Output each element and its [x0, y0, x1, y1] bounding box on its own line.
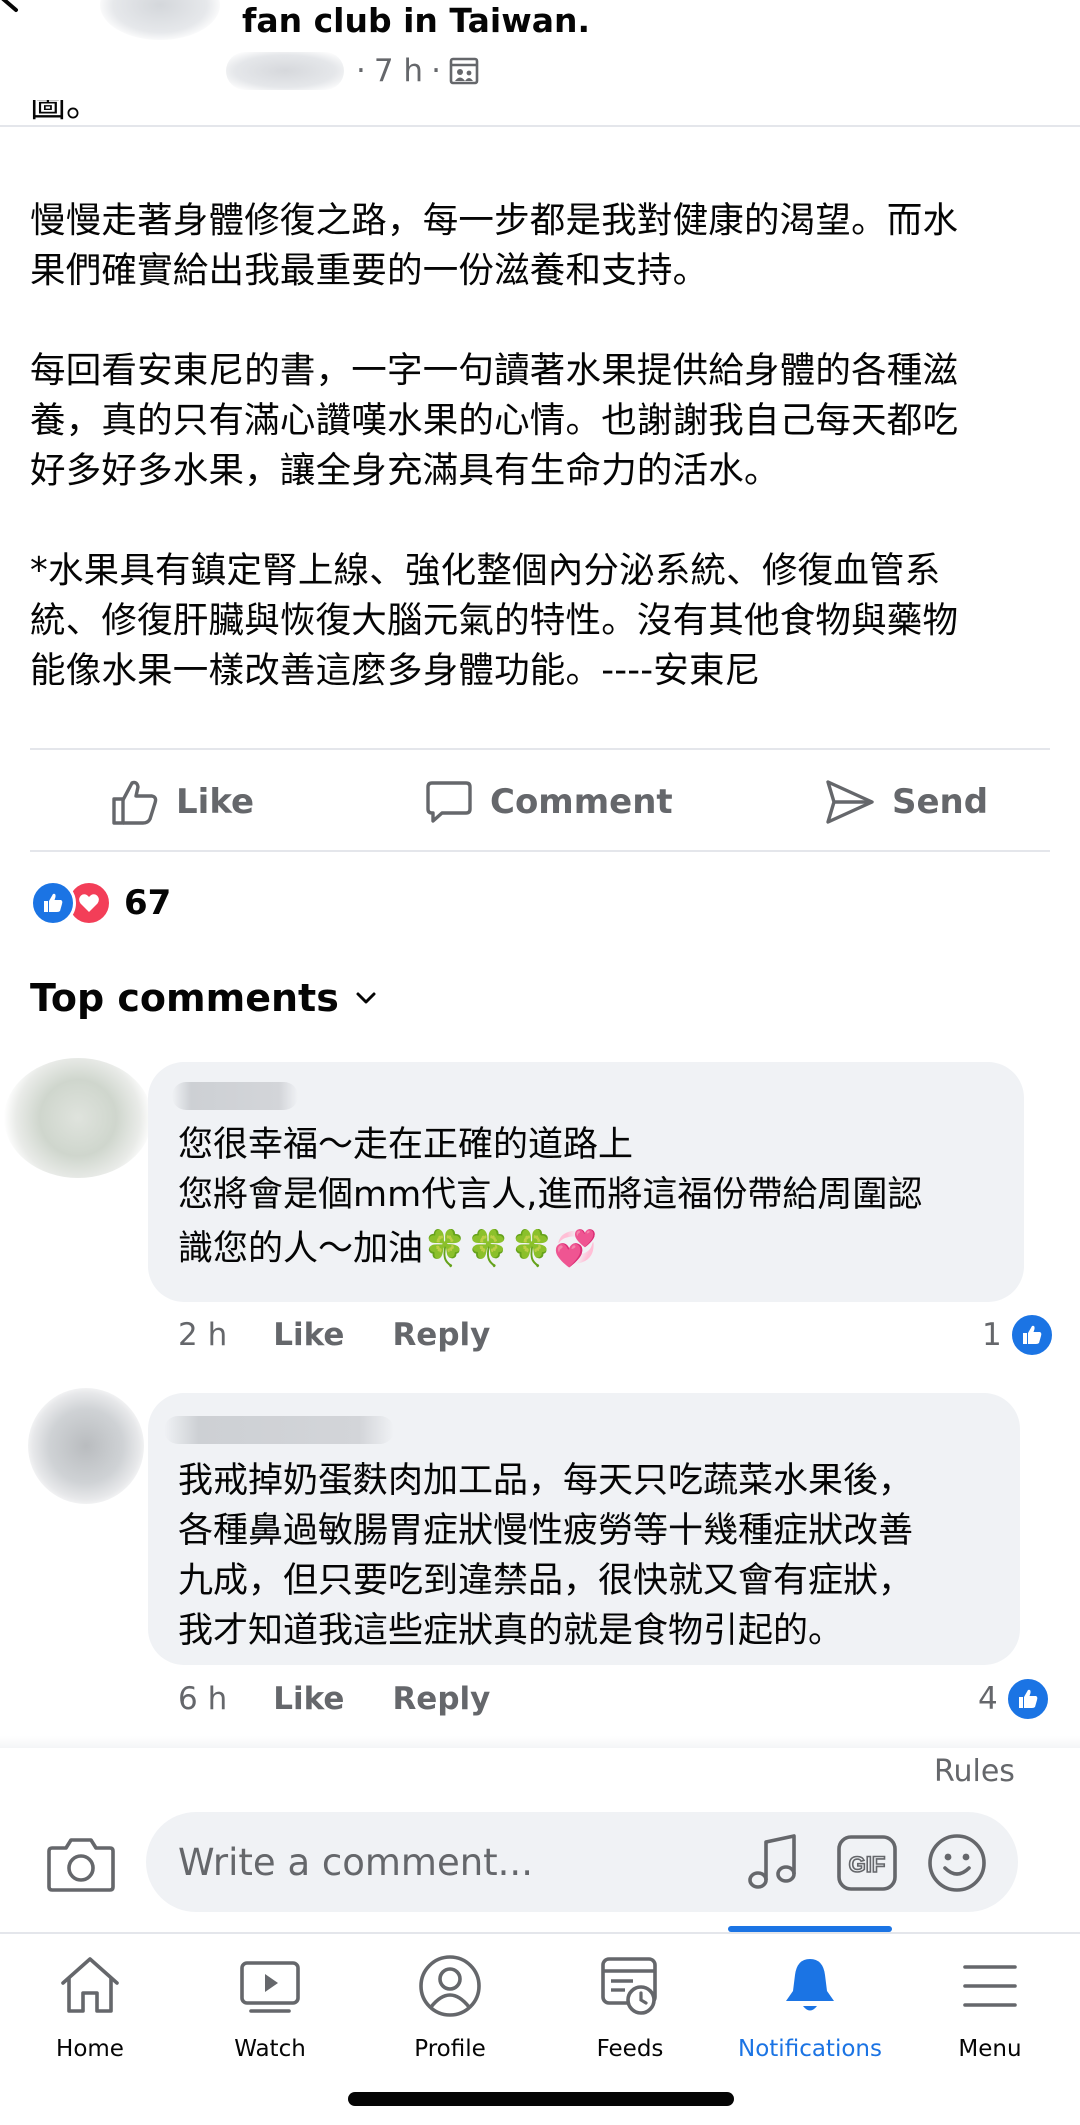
tab-label: Feeds	[596, 2036, 664, 2062]
comment-reaction-count[interactable]: 4	[978, 1677, 1050, 1721]
tab-home[interactable]: Home	[0, 1950, 180, 2064]
comment-text: 您很幸福～走在正確的道路上 您將會是個mm代言人,進而將這福份帶給周圍認 識您的…	[178, 1120, 1008, 1274]
active-tab-indicator	[728, 1926, 892, 1932]
reaction-summary[interactable]: 67	[30, 880, 171, 926]
send-label: Send	[892, 782, 989, 822]
comment-like-count: 1	[982, 1317, 1002, 1353]
comment-line: 您很幸福～走在正確的道路上	[178, 1125, 634, 1165]
like-label: Like	[176, 782, 255, 822]
post-line: 養，真的只有滿心讚嘆水果的心情。也謝謝我自己每天都吃	[30, 400, 959, 441]
group-title[interactable]: fan club in Taiwan.	[242, 0, 590, 42]
comment-line: 我才知道我這些症狀真的就是食物引起的。	[178, 1611, 844, 1651]
comment-meta: 6 h Like Reply	[178, 1678, 538, 1720]
profile-icon	[419, 1955, 481, 2017]
comment-line: 九成，但只要吃到違禁品，很快就又會有症狀，	[178, 1561, 914, 1601]
comment-line: 各種鼻過敏腸胃症狀慢性疲勞等十幾種症狀改善	[178, 1511, 914, 1551]
tab-notifications[interactable]: Notifications	[720, 1950, 900, 2064]
tab-watch[interactable]: Watch	[180, 1950, 360, 2064]
comment-like-button[interactable]: Like	[273, 1681, 344, 1717]
comment-icon	[426, 781, 472, 823]
comment-reply-button[interactable]: Reply	[392, 1681, 490, 1717]
commenter-name-blurred[interactable]	[172, 1082, 298, 1110]
clover-heart-emoji: 🍀🍀🍀💞	[423, 1229, 598, 1269]
tab-feeds[interactable]: Feeds	[540, 1950, 720, 2064]
post-paragraph: *水果具有鎮定腎上線、強化整個內分泌系統、修復血管系 統、修復肝臟與恢復大腦元氣…	[30, 546, 1040, 696]
tab-label: Watch	[234, 2036, 306, 2062]
comment-like-button[interactable]: Like	[273, 1317, 344, 1353]
like-button[interactable]: Like	[110, 772, 254, 832]
post-line: 慢慢走著身體修復之路，每一步都是我對健康的渴望。而水	[30, 200, 959, 241]
tab-label: Notifications	[738, 2036, 882, 2062]
comment-meta: 2 h Like Reply	[178, 1314, 538, 1356]
like-reaction-icon	[1005, 1677, 1050, 1721]
action-bar-top-divider	[30, 748, 1050, 750]
emoji-icon[interactable]	[926, 1832, 988, 1894]
comment-sort-dropdown[interactable]: Top comments	[30, 976, 379, 1020]
post-line: 統、修復肝臟與恢復大腦元氣的特性。沒有其他食物與藥物	[30, 600, 959, 641]
meta-separator: ·	[431, 53, 441, 89]
post-line: 每回看安東尼的書，一字一句讀著水果提供給身體的各種滋	[30, 350, 959, 391]
comment-like-count: 4	[978, 1681, 998, 1717]
tab-label: Profile	[414, 2036, 486, 2062]
tab-menu[interactable]: Menu	[900, 1950, 1080, 2064]
post-meta: · 7 h ·	[356, 50, 479, 92]
like-reaction-icon	[1009, 1313, 1054, 1357]
action-bar-bottom-divider	[30, 850, 1050, 852]
post-line: 果們確實給出我最重要的一份滋養和支持。	[30, 250, 709, 291]
send-icon	[826, 780, 874, 824]
thumbs-up-icon	[112, 780, 158, 825]
music-note-icon[interactable]	[744, 1830, 804, 1894]
group-privacy-icon	[449, 57, 479, 85]
comment-text: 我戒掉奶蛋麩肉加工品，每天只吃蔬菜水果後， 各種鼻過敏腸胃症狀慢性疲勞等十幾種症…	[178, 1456, 1008, 1656]
home-indicator[interactable]	[348, 2092, 734, 2106]
hamburger-menu-icon	[963, 1965, 1017, 2007]
video-play-icon	[240, 1961, 300, 2013]
comment-input-placeholder[interactable]: Write a comment...	[178, 1838, 533, 1888]
comment-line: 識您的人～加油	[178, 1229, 424, 1269]
comment-reply-button[interactable]: Reply	[392, 1317, 490, 1353]
rules-link[interactable]: Rules	[934, 1754, 1015, 1789]
comment-sort-label: Top comments	[30, 976, 339, 1020]
tab-profile[interactable]: Profile	[360, 1950, 540, 2064]
feeds-icon	[601, 1957, 657, 2015]
page-avatar-blurred[interactable]	[100, 0, 220, 40]
comment-button[interactable]: Comment	[424, 772, 673, 832]
post-text-partial-line: 圖。	[30, 100, 103, 125]
gif-icon[interactable]: GIF	[836, 1834, 898, 1892]
commenter-name-blurred[interactable]	[164, 1416, 394, 1444]
post-line: *水果具有鎮定腎上線、強化整個內分泌系統、修復血管系	[30, 550, 941, 591]
comment-line-with-emoji: 識您的人～加油 🍀🍀🍀💞	[178, 1224, 1008, 1274]
post-line: 好多好多水果，讓全身充滿具有生命力的活水。	[30, 450, 780, 491]
comment-time[interactable]: 6 h	[178, 1681, 227, 1717]
author-name-blurred[interactable]	[226, 52, 344, 90]
post-paragraph: 每回看安東尼的書，一字一句讀著水果提供給身體的各種滋 養，真的只有滿心讚嘆水果的…	[30, 346, 1040, 496]
send-button[interactable]: Send	[824, 772, 988, 832]
composer-shadow	[0, 1736, 1080, 1748]
commenter-avatar-blurred[interactable]	[28, 1388, 144, 1504]
tab-label: Home	[56, 2036, 124, 2062]
home-icon	[61, 1957, 119, 2013]
comment-time[interactable]: 2 h	[178, 1317, 227, 1353]
bell-icon	[786, 1959, 834, 2011]
chevron-down-icon	[356, 992, 376, 1004]
svg-text:GIF: GIF	[849, 1852, 886, 1877]
post-line: 能像水果一樣改善這麼多身體功能。----安東尼	[30, 650, 761, 691]
comment-line: 您將會是個mm代言人,進而將這福份帶給周圍認	[178, 1175, 923, 1215]
meta-separator: ·	[356, 53, 366, 89]
comment-reaction-count[interactable]: 1	[982, 1313, 1054, 1357]
comment-label: Comment	[490, 782, 673, 822]
back-arrow-icon[interactable]	[0, 0, 40, 24]
tab-bar-divider	[0, 1932, 1080, 1934]
reaction-count: 67	[124, 883, 172, 923]
post-paragraph: 慢慢走著身體修復之路，每一步都是我對健康的渴望。而水 果們確實給出我最重要的一份…	[30, 196, 1040, 296]
tab-label: Menu	[958, 2036, 1022, 2062]
commenter-avatar-blurred[interactable]	[4, 1058, 152, 1178]
comment-line: 我戒掉奶蛋麩肉加工品，每天只吃蔬菜水果後，	[178, 1461, 914, 1501]
post-time[interactable]: 7 h	[374, 50, 423, 92]
camera-icon[interactable]	[46, 1834, 116, 1894]
like-reaction-icon	[30, 880, 76, 926]
